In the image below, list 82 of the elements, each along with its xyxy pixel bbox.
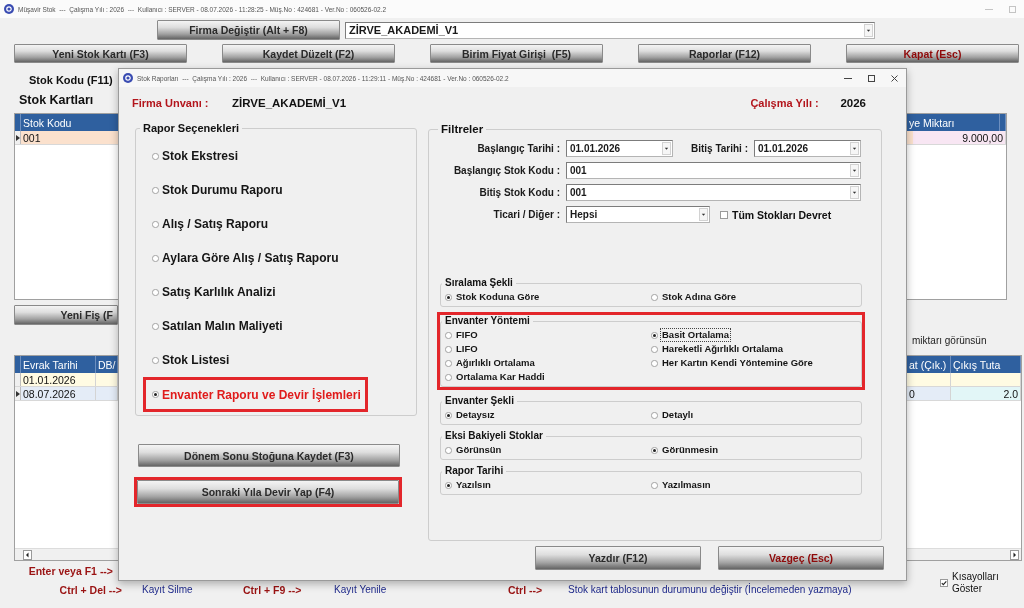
radio-option[interactable]: Satış Karlılık Analizi	[152, 285, 276, 299]
radio-option[interactable]: Alış / Satış Raporu	[152, 217, 269, 231]
group-title: Sıralama Şekli	[444, 277, 514, 289]
shortcut-description: Kayıt Silme	[142, 584, 193, 595]
field-label: Ticari / Diğer :	[493, 209, 560, 220]
table-cell: 2.0	[951, 387, 1021, 400]
toolbar-button[interactable]: Birim Fiyat Girişi (F5)	[430, 44, 603, 63]
group-title: Filtreler	[440, 122, 485, 136]
shortcut-key: Ctrl -->	[508, 583, 543, 596]
shortcut-key: Ctrl + Del -->	[59, 583, 122, 596]
group-title: Rapor Tarihi	[444, 465, 505, 477]
field-label: Çalışma Yılı :	[750, 97, 819, 109]
field-label: Bitiş Stok Kodu :	[479, 187, 560, 198]
radio-option[interactable]: Detaylı	[651, 408, 696, 422]
action-button[interactable]: Dönem Sonu Stoğuna Kaydet (F3)	[138, 444, 400, 467]
toolbar-button[interactable]: Yeni Stok Kartı (F3)	[14, 44, 187, 63]
row-pointer-icon	[15, 134, 20, 141]
checkbox-option[interactable]: Tüm Stokları Devret	[720, 208, 832, 221]
radio-option[interactable]: LIFO	[445, 342, 480, 356]
radio-option[interactable]: Stok Ekstresi	[152, 149, 239, 163]
right-arrow-icon[interactable]	[1010, 549, 1019, 560]
table-cell: 9.000,00	[913, 131, 1006, 144]
date-field[interactable]: 01.01.2026	[754, 140, 861, 157]
field-label: Başlangıç Stok Kodu :	[453, 165, 560, 176]
section-title: Stok Kartları	[19, 93, 94, 108]
radio-option[interactable]: Envanter Raporu ve Devir İşlemleri	[152, 387, 361, 402]
radio-option[interactable]: Stok Listesi	[152, 353, 230, 367]
maximize-icon[interactable]	[868, 74, 875, 82]
row-header[interactable]	[15, 131, 21, 144]
radio-option[interactable]: Her Kartın Kendi Yöntemine Göre	[651, 356, 815, 370]
left-arrow-icon[interactable]	[23, 549, 32, 560]
radio-option[interactable]: Görünmesin	[651, 443, 720, 457]
action-button[interactable]: Sonraki Yıla Devir Yap (F4)	[137, 480, 399, 504]
radio-option[interactable]: Detaysız	[445, 408, 497, 422]
group-title: Envanter Şekli	[444, 395, 515, 407]
checkbox-option[interactable]: Kısayolları Göster	[940, 571, 1002, 595]
radio-option[interactable]: Aylara Göre Alış / Satış Raporu	[152, 251, 339, 265]
change-firm-button[interactable]: Firma Değiştir (Alt + F8)	[157, 20, 340, 40]
dropdown-field[interactable]: Hepsi	[566, 206, 710, 223]
radio-option[interactable]: Yazılmasın	[651, 478, 713, 492]
field-label: Firma Unvanı :	[132, 97, 209, 109]
radio-option[interactable]: Satılan Malın Maliyeti	[152, 319, 283, 333]
group-title: Eksi Bakiyeli Stoklar	[444, 430, 544, 442]
logo-icon	[4, 4, 14, 14]
table-cell: 08.07.2026	[21, 387, 96, 400]
dropdown-field[interactable]: 001	[566, 184, 861, 201]
radio-option[interactable]: Stok Adına Göre	[651, 290, 739, 304]
radio-option[interactable]: Hareketli Ağırlıklı Ortalama	[651, 342, 786, 356]
radio-option[interactable]: Görünsün	[445, 443, 504, 457]
field-label: Bitiş Tarihi :	[690, 143, 748, 154]
year-value: 2026	[840, 97, 866, 109]
dropdown-field[interactable]: 001	[566, 162, 861, 179]
shortcut-key: Ctrl + F9 -->	[243, 583, 302, 596]
dialog-button[interactable]: Vazgeç (Esc)	[718, 546, 884, 570]
toolbar-button[interactable]: Kapat (Esc)	[846, 44, 1019, 63]
radio-option[interactable]: Ağırlıklı Ortalama	[445, 356, 537, 370]
toolbar-button[interactable]: Kaydet Düzelt (F2)	[222, 44, 395, 63]
company-name: ZİRVE_AKADEMİ_V1	[232, 97, 347, 109]
dialog-button[interactable]: Yazdır (F12)	[535, 546, 701, 570]
table-cell: 01.01.2026	[21, 373, 96, 386]
radio-option[interactable]: Ortalama Kar Haddi	[445, 370, 547, 384]
group-title: Envanter Yöntemi	[444, 315, 531, 327]
radio-option[interactable]: Stok Durumu Raporu	[152, 183, 283, 197]
minimize-icon[interactable]	[844, 77, 852, 79]
close-icon[interactable]	[891, 74, 898, 82]
radio-option[interactable]: FIFO	[445, 328, 480, 342]
field-label: Başlangıç Tarihi :	[477, 143, 560, 154]
row-pointer-icon	[15, 390, 20, 397]
radio-option[interactable]: Yazılsın	[445, 478, 493, 492]
radio-option[interactable]: Stok Koduna Göre	[445, 290, 542, 304]
date-field[interactable]: 01.01.2026	[566, 140, 673, 157]
field-label: Stok Kodu (F11)	[29, 73, 113, 87]
shortcut-description: Stok kart tablosunun durumunu değiştir (İncelemeden yazmaya)	[568, 584, 852, 595]
logo-icon	[123, 73, 133, 83]
toolbar-button[interactable]: Raporlar (F12)	[638, 44, 811, 63]
shortcut-description: Kayıt Yenile	[334, 584, 387, 595]
firm-dropdown[interactable]: ZİRVE_AKADEMİ_V1	[345, 21, 875, 39]
note-text: miktarı görünsün	[912, 335, 987, 347]
shortcut-key: Enter veya F1 -->	[28, 564, 113, 577]
group-title: Rapor Seçenekleri	[142, 122, 240, 135]
new-voucher-button[interactable]: Yeni Fiş (F	[14, 305, 118, 325]
row-header[interactable]	[15, 387, 21, 400]
